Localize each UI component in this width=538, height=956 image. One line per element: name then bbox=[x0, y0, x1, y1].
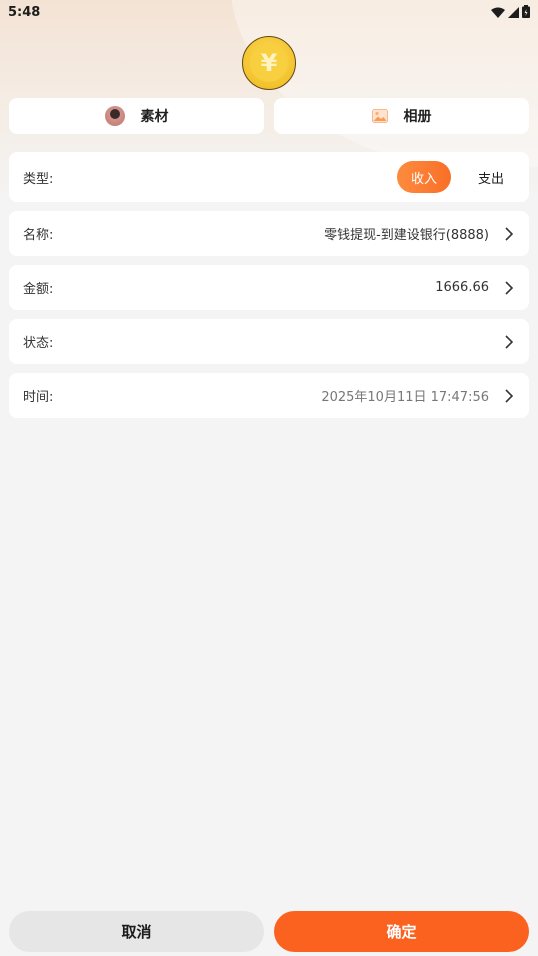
material-label: 素材 bbox=[140, 109, 169, 125]
battery-icon bbox=[522, 3, 530, 22]
status-row[interactable]: 状态: bbox=[9, 319, 529, 364]
image-icon bbox=[371, 109, 388, 123]
transaction-edit-screen: 5:48 ¥ 素材 相册 类型: 收入 支出 名称: 零钱提现-到建设银行(88… bbox=[0, 0, 538, 956]
amount-label: 金额: bbox=[23, 282, 54, 297]
yuan-coin-icon: ¥ bbox=[242, 36, 296, 90]
type-row: 类型: 收入 支出 bbox=[9, 152, 529, 202]
chevron-right-icon bbox=[505, 388, 514, 403]
amount-row[interactable]: 金额: 1666.66 bbox=[9, 265, 529, 310]
time-value: 2025年10月11日 17:47:56 bbox=[321, 390, 489, 405]
status-icons bbox=[491, 3, 530, 22]
chevron-right-icon bbox=[505, 280, 514, 295]
status-bar: 5:48 bbox=[0, 0, 538, 24]
status-time: 5:48 bbox=[8, 4, 41, 20]
material-button[interactable]: 素材 bbox=[9, 98, 264, 134]
type-label: 类型: bbox=[23, 171, 54, 187]
type-option-income[interactable]: 收入 bbox=[397, 161, 451, 193]
wifi-icon bbox=[491, 3, 505, 22]
time-row[interactable]: 时间: 2025年10月11日 17:47:56 bbox=[9, 373, 529, 418]
album-button[interactable]: 相册 bbox=[274, 98, 529, 134]
cellular-signal-icon bbox=[508, 3, 519, 22]
status-label: 状态: bbox=[23, 336, 54, 351]
coin-symbol: ¥ bbox=[250, 44, 288, 82]
avatar-icon bbox=[104, 106, 125, 126]
chevron-right-icon bbox=[505, 334, 514, 349]
name-row[interactable]: 名称: 零钱提现-到建设银行(8888) bbox=[9, 211, 529, 256]
amount-value: 1666.66 bbox=[435, 280, 489, 295]
album-label: 相册 bbox=[403, 109, 432, 125]
name-value: 零钱提现-到建设银行(8888) bbox=[324, 228, 489, 243]
confirm-button[interactable]: 确定 bbox=[274, 911, 529, 952]
type-option-expense[interactable]: 支出 bbox=[467, 161, 515, 193]
type-toggle: 收入 支出 bbox=[397, 161, 515, 193]
cancel-button[interactable]: 取消 bbox=[9, 911, 264, 952]
chevron-right-icon bbox=[505, 226, 514, 241]
name-label: 名称: bbox=[23, 228, 54, 243]
time-label: 时间: bbox=[23, 390, 54, 405]
